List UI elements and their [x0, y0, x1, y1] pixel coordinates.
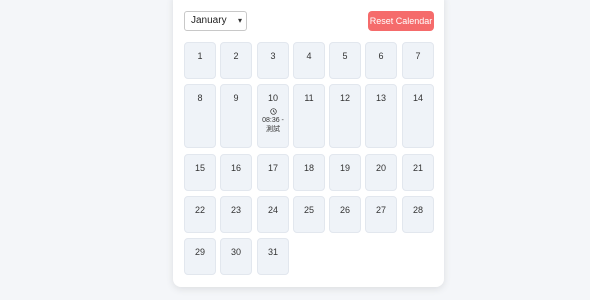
day-number: 5 [342, 51, 348, 61]
day-cell-25[interactable]: 25 [293, 196, 325, 233]
day-cell-29[interactable]: 29 [184, 238, 216, 275]
day-number: 21 [412, 163, 423, 173]
day-number: 28 [412, 205, 423, 215]
day-number: 14 [412, 93, 423, 103]
day-number: 15 [194, 163, 205, 173]
day-number: 31 [267, 247, 278, 257]
day-cell-24[interactable]: 24 [257, 196, 289, 233]
day-number: 16 [230, 163, 241, 173]
day-cell-6[interactable]: 6 [365, 42, 397, 79]
day-number: 12 [339, 93, 350, 103]
chevron-down-icon: ▾ [237, 16, 242, 25]
day-number: 3 [270, 51, 276, 61]
day-number: 17 [267, 163, 278, 173]
day-number: 30 [230, 247, 241, 257]
day-number: 29 [194, 247, 205, 257]
day-cell-27[interactable]: 27 [365, 196, 397, 233]
day-cell-17[interactable]: 17 [257, 154, 289, 191]
day-cell-14[interactable]: 14 [402, 84, 434, 148]
event-text: 08:36 - 測試 [262, 117, 284, 133]
day-number: 10 [267, 93, 278, 103]
day-number: 11 [304, 93, 314, 103]
day-cell-2[interactable]: 2 [220, 42, 252, 79]
day-cell-15[interactable]: 15 [184, 154, 216, 191]
day-number: 25 [303, 205, 314, 215]
day-number: 24 [267, 205, 278, 215]
day-cell-28[interactable]: 28 [402, 196, 434, 233]
day-cell-1[interactable]: 1 [184, 42, 216, 79]
day-cell-20[interactable]: 20 [365, 154, 397, 191]
day-number: 22 [194, 205, 205, 215]
day-number: 26 [339, 205, 350, 215]
day-number: 7 [415, 51, 421, 61]
day-cell-18[interactable]: 18 [293, 154, 325, 191]
day-number: 8 [197, 93, 203, 103]
day-number: 13 [375, 93, 386, 103]
day-number: 23 [230, 205, 241, 215]
day-cell-8[interactable]: 8 [184, 84, 216, 148]
day-cell-7[interactable]: 7 [402, 42, 434, 79]
day-number: 20 [375, 163, 386, 173]
day-cell-23[interactable]: 23 [220, 196, 252, 233]
day-cell-26[interactable]: 26 [329, 196, 361, 233]
day-cell-9[interactable]: 9 [220, 84, 252, 148]
day-cell-5[interactable]: 5 [329, 42, 361, 79]
day-number: 27 [375, 205, 386, 215]
day-cell-13[interactable]: 13 [365, 84, 397, 148]
month-select-value: January [191, 15, 227, 26]
day-cell-10[interactable]: 10 08:36 - 測試 [257, 84, 289, 148]
month-select[interactable]: January ▾ [184, 11, 247, 31]
day-number: 1 [197, 51, 203, 61]
day-cell-21[interactable]: 21 [402, 154, 434, 191]
day-cell-19[interactable]: 19 [329, 154, 361, 191]
day-cell-11[interactable]: 11 [293, 84, 325, 148]
day-number: 6 [378, 51, 384, 61]
day-cell-16[interactable]: 16 [220, 154, 252, 191]
day-cell-3[interactable]: 3 [257, 42, 289, 79]
day-number: 18 [303, 163, 314, 173]
reset-calendar-button[interactable]: Reset Calendar [368, 11, 434, 31]
day-number: 2 [233, 51, 239, 61]
day-cell-4[interactable]: 4 [293, 42, 325, 79]
day-cell-22[interactable]: 22 [184, 196, 216, 233]
calendar-event[interactable]: 08:36 - 測試 [258, 108, 288, 134]
day-cell-12[interactable]: 12 [329, 84, 361, 148]
day-cell-31[interactable]: 31 [257, 238, 289, 275]
day-number: 4 [306, 51, 312, 61]
day-number: 9 [233, 93, 239, 103]
day-number: 19 [339, 163, 350, 173]
day-cell-30[interactable]: 30 [220, 238, 252, 275]
clock-icon [269, 108, 277, 115]
